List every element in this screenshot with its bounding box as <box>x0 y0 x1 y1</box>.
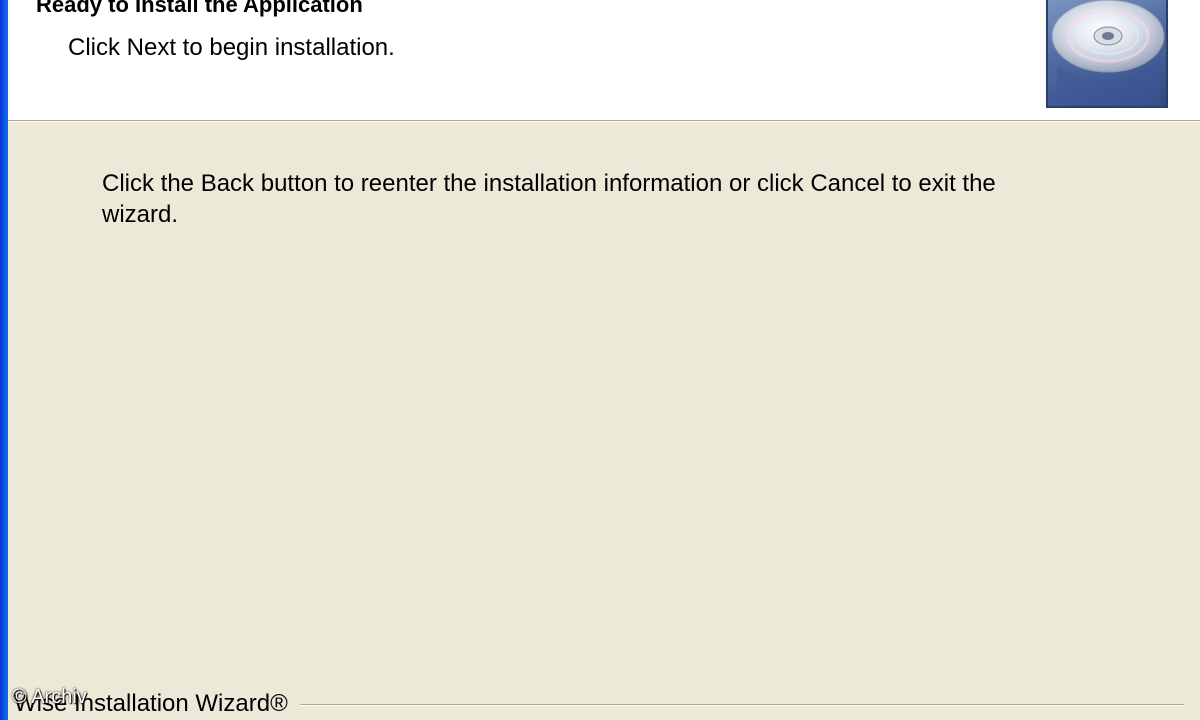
header-divider-highlight <box>8 121 1200 122</box>
copyright-watermark: © Archiv <box>12 686 87 708</box>
instruction-text: Click the Back button to reenter the ins… <box>102 170 996 228</box>
cd-disc-icon <box>1046 0 1168 108</box>
installer-window: Ready to Install the Application Click N… <box>0 0 1200 720</box>
page-title: Ready to Install the Application <box>36 0 363 17</box>
page-subtitle: Click Next to begin installation. <box>68 34 395 61</box>
wizard-header: Ready to Install the Application Click N… <box>8 0 1200 120</box>
footer-divider-highlight <box>300 705 1184 706</box>
window-frame-left <box>0 0 8 720</box>
